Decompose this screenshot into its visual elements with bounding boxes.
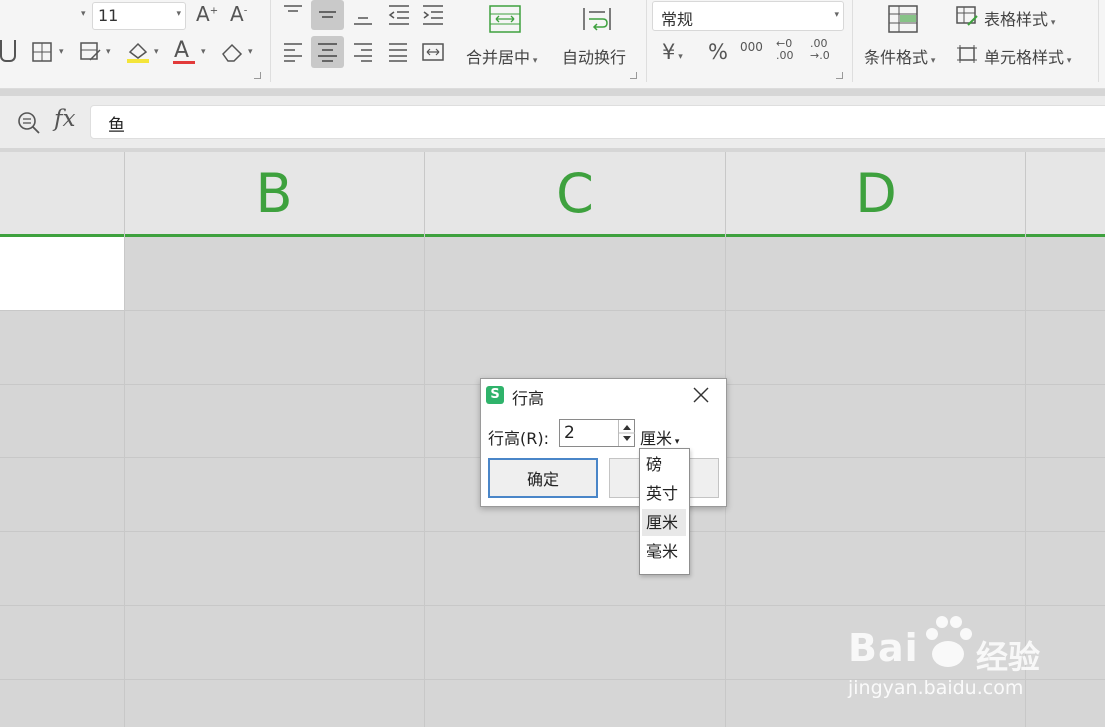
cell-style-label: 单元格样式	[984, 48, 1065, 67]
align-center-button[interactable]	[311, 36, 344, 68]
font-color-bar	[173, 61, 195, 64]
eraser-icon[interactable]	[220, 40, 244, 62]
grid-line	[0, 310, 1105, 311]
fx-button[interactable]: fx	[54, 106, 75, 132]
ribbon-divider	[270, 0, 271, 82]
table-style-icon[interactable]	[956, 6, 978, 26]
number-format-combobox[interactable]: 常规 ▾	[652, 1, 844, 31]
font-color-dropdown-arrow[interactable]: ▾	[201, 47, 206, 57]
justify-icon[interactable]	[387, 42, 409, 62]
cell-style-button[interactable]: 单元格样式 ▾	[984, 44, 1071, 68]
conditional-format-icon[interactable]	[887, 4, 919, 34]
ribbon-toolbar: ▾ 11 ▾ A+ A- ▾ ▾ ▾ A ▾ ▾ 合并居中 ▾ 自动换行 常规 …	[0, 0, 1105, 89]
unit-option-points[interactable]: 磅	[642, 451, 686, 478]
row-height-value: 2	[564, 423, 575, 443]
unit-dropdown-list: 磅 英寸 厘米 毫米	[639, 448, 690, 575]
formula-content: 鱼	[108, 116, 125, 136]
row-height-stepper[interactable]	[618, 420, 635, 446]
increase-decimal-icon[interactable]: ←0 .00	[776, 38, 794, 62]
column-header-d[interactable]: D	[726, 152, 1026, 235]
align-top-icon[interactable]	[282, 4, 304, 20]
thousands-separator-icon[interactable]: 000	[740, 40, 763, 54]
unit-select-value: 厘米	[640, 429, 673, 448]
grid-line	[0, 531, 1105, 532]
decrease-decimal-bottom: →.0	[810, 49, 830, 62]
decrease-indent-icon[interactable]	[387, 4, 411, 26]
grid-line	[424, 152, 425, 727]
clear-dropdown-arrow[interactable]: ▾	[248, 47, 253, 57]
percent-icon[interactable]: %	[708, 40, 728, 64]
chevron-down-icon: ▾	[834, 10, 839, 20]
conditional-format-button[interactable]: 条件格式 ▾	[864, 44, 935, 68]
watermark-brand-suffix: 经验	[976, 638, 1041, 676]
fill-color-dropdown-arrow[interactable]: ▾	[154, 47, 159, 57]
watermark-url: jingyan.baidu.com	[848, 677, 1024, 699]
font-size-combobox[interactable]: 11 ▾	[92, 2, 186, 30]
table-style-button[interactable]: 表格样式 ▾	[984, 6, 1055, 30]
fill-style-dropdown-arrow[interactable]: ▾	[106, 47, 111, 57]
chevron-down-icon: ▾	[176, 9, 181, 19]
conditional-format-label: 条件格式	[864, 48, 929, 67]
align-middle-button[interactable]	[311, 0, 344, 30]
chevron-down-icon: ▾	[672, 437, 680, 447]
align-right-icon[interactable]	[352, 42, 374, 62]
distributed-align-icon[interactable]	[421, 42, 445, 62]
unit-option-millimeters[interactable]: 毫米	[642, 538, 686, 565]
merge-center-icon[interactable]	[488, 4, 522, 34]
alignment-dialog-launcher[interactable]	[630, 72, 637, 79]
unit-option-inches[interactable]: 英寸	[642, 480, 686, 507]
formula-input[interactable]: 鱼	[90, 105, 1105, 139]
row-height-input[interactable]: 2	[559, 419, 635, 447]
ok-button[interactable]: 确定	[488, 458, 598, 498]
active-cell[interactable]	[0, 237, 124, 310]
align-bottom-icon[interactable]	[352, 6, 374, 26]
number-format-value: 常规	[661, 10, 694, 29]
cell-style-icon[interactable]	[956, 44, 978, 64]
merge-center-label: 合并居中	[466, 48, 531, 67]
paw-logo-icon	[920, 610, 976, 670]
grid-line	[0, 605, 1105, 606]
increase-indent-icon[interactable]	[421, 4, 445, 26]
fill-color-icon[interactable]	[126, 40, 150, 64]
font-name-dropdown-arrow[interactable]: ▾	[81, 9, 86, 19]
font-dialog-launcher[interactable]	[254, 72, 261, 79]
wrap-text-button[interactable]: 自动换行	[562, 44, 626, 68]
ribbon-divider	[852, 0, 853, 82]
unit-select[interactable]: 厘米 ▾	[640, 425, 679, 449]
font-color-icon[interactable]: A	[174, 38, 189, 63]
number-dialog-launcher[interactable]	[836, 72, 843, 79]
decrease-font-icon[interactable]: A-	[230, 2, 247, 26]
unit-option-centimeters[interactable]: 厘米	[642, 509, 686, 536]
dialog-title: 行高	[512, 389, 545, 408]
font-size-value: 11	[98, 6, 119, 25]
watermark-brand: Bai	[848, 626, 919, 670]
table-style-label: 表格样式	[984, 10, 1049, 29]
grid-line	[124, 152, 125, 727]
cell-fill-style-icon[interactable]	[80, 42, 102, 62]
ribbon-divider	[1098, 0, 1099, 82]
header-underline	[0, 234, 1105, 237]
underline-icon[interactable]	[0, 40, 16, 62]
column-header-c[interactable]: C	[425, 152, 725, 235]
close-icon[interactable]	[691, 385, 711, 405]
currency-format-button[interactable]: ¥ ▾	[662, 40, 683, 64]
zoom-search-icon[interactable]	[17, 111, 41, 135]
wrap-text-icon[interactable]	[580, 4, 614, 34]
decrease-decimal-icon[interactable]: .00 →.0	[810, 38, 830, 62]
column-header-b[interactable]: B	[124, 152, 424, 235]
increase-font-icon[interactable]: A+	[196, 2, 218, 26]
align-left-icon[interactable]	[282, 42, 304, 62]
ribbon-divider	[646, 0, 647, 82]
borders-icon[interactable]	[32, 42, 52, 62]
borders-dropdown-arrow[interactable]: ▾	[59, 47, 64, 57]
increase-decimal-bottom: .00	[776, 49, 794, 62]
merge-center-button[interactable]: 合并居中 ▾	[466, 44, 537, 68]
app-logo-icon: S	[486, 386, 504, 404]
currency-icon: ¥	[662, 40, 676, 64]
row-height-label: 行高(R):	[488, 429, 549, 448]
